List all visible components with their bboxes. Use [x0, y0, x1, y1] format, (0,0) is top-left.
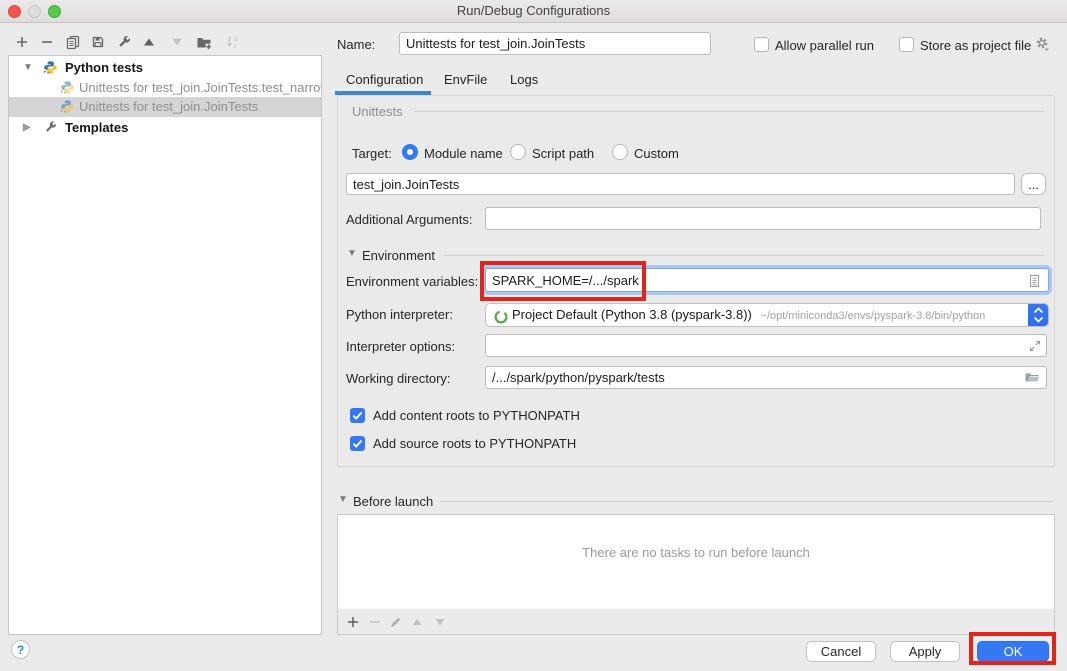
remove-icon[interactable]	[39, 34, 55, 50]
tree-item-python-tests[interactable]: ▼ Python tests	[9, 58, 321, 78]
chevron-down-icon[interactable]: ▼	[347, 248, 357, 259]
section-separator	[444, 255, 1044, 256]
allow-parallel-run-label: Allow parallel run	[775, 38, 874, 53]
move-down-icon	[432, 614, 448, 630]
chevron-down-icon[interactable]: ▼	[338, 494, 348, 505]
add-icon[interactable]	[345, 614, 361, 630]
remove-icon	[367, 614, 383, 630]
name-input[interactable]	[399, 32, 711, 55]
group-separator	[414, 111, 1044, 112]
radio-custom-label: Custom	[634, 146, 679, 161]
expand-field-icon[interactable]	[1027, 338, 1041, 352]
name-label: Name:	[337, 37, 375, 52]
tab-envfile[interactable]: EnvFile	[444, 72, 487, 87]
target-input[interactable]	[346, 173, 1015, 195]
target-label: Target:	[352, 146, 392, 161]
python-tests-icon	[43, 60, 58, 75]
before-launch-task-list: There are no tasks to run before launch	[337, 514, 1055, 610]
environment-variables-input[interactable]	[485, 268, 1049, 292]
save-icon[interactable]	[90, 34, 106, 50]
copy-icon[interactable]	[65, 34, 81, 50]
interpreter-options-label: Interpreter options:	[346, 339, 455, 354]
tree-item-unittest-narrow[interactable]: Unittests for test_join.JoinTests.test_n…	[9, 78, 321, 98]
browse-target-button[interactable]: ...	[1021, 173, 1046, 195]
working-directory-label: Working directory:	[346, 371, 451, 386]
python-interpreter-path: ~/opt/miniconda3/envs/pyspark-3.8/bin/py…	[761, 310, 986, 322]
browse-folder-icon[interactable]	[1024, 369, 1040, 385]
svg-text:z: z	[234, 43, 237, 50]
move-up-icon[interactable]	[141, 34, 157, 50]
radio-script-path[interactable]	[510, 144, 526, 160]
tab-configuration[interactable]: Configuration	[346, 72, 423, 87]
before-launch-toolbar	[337, 609, 1055, 635]
add-source-roots-label: Add source roots to PYTHONPATH	[373, 436, 576, 451]
move-down-icon[interactable]	[169, 34, 185, 50]
gear-icon[interactable]	[1034, 36, 1050, 52]
interpreter-options-input[interactable]	[485, 334, 1047, 357]
allow-parallel-run-checkbox[interactable]	[754, 37, 769, 52]
configurations-tree: ▼ Python tests Unittests for test_join.J…	[8, 55, 322, 635]
additional-arguments-label: Additional Arguments:	[346, 212, 472, 227]
python-interpreter-value: Project Default (Python 3.8 (pyspark-3.8…	[512, 307, 752, 322]
add-icon[interactable]	[14, 34, 30, 50]
edit-templates-icon[interactable]	[116, 34, 132, 50]
tab-logs[interactable]: Logs	[510, 72, 538, 87]
tree-item-templates[interactable]: ▶ Templates	[9, 118, 321, 138]
cancel-button[interactable]: Cancel	[806, 641, 876, 662]
conda-env-icon	[493, 309, 507, 323]
chevron-right-icon[interactable]: ▶	[23, 118, 31, 138]
tree-item-label: Python tests	[65, 58, 143, 78]
move-up-icon	[409, 614, 425, 630]
apply-button[interactable]: Apply	[890, 641, 960, 662]
ok-button[interactable]: OK	[977, 641, 1049, 662]
python-interpreter-label: Python interpreter:	[346, 307, 453, 322]
add-content-roots-checkbox[interactable]	[350, 408, 365, 423]
radio-module-name[interactable]	[402, 144, 418, 160]
environment-section-label: Environment	[362, 248, 435, 263]
environment-variables-label: Environment variables:	[346, 274, 478, 289]
python-test-icon	[60, 99, 75, 114]
unittests-group-label: Unittests	[352, 104, 403, 119]
radio-custom[interactable]	[612, 144, 628, 160]
store-as-project-file-label: Store as project file	[920, 38, 1031, 53]
radio-module-name-label: Module name	[424, 146, 503, 161]
help-button[interactable]: ?	[11, 640, 30, 659]
python-test-icon	[60, 80, 75, 95]
tree-item-label: Unittests for test_join.JoinTests.test_n…	[79, 78, 322, 98]
sort-alphabetically-icon: az	[225, 34, 241, 50]
working-directory-input[interactable]	[485, 366, 1047, 389]
interpreter-stepper-icon[interactable]	[1028, 303, 1049, 327]
tree-item-label: Templates	[65, 118, 128, 138]
edit-icon	[388, 614, 404, 630]
chevron-down-icon[interactable]: ▼	[23, 58, 33, 78]
before-launch-empty-message: There are no tasks to run before launch	[338, 545, 1054, 560]
store-as-project-file-checkbox[interactable]	[899, 37, 914, 52]
additional-arguments-input[interactable]	[485, 207, 1041, 230]
python-interpreter-select[interactable]: Project Default (Python 3.8 (pyspark-3.8…	[485, 303, 1049, 327]
before-launch-label: Before launch	[353, 494, 433, 509]
add-source-roots-checkbox[interactable]	[350, 436, 365, 451]
radio-script-path-label: Script path	[532, 146, 594, 161]
tree-item-label: Unittests for test_join.JoinTests	[79, 97, 258, 117]
wrench-icon	[43, 120, 58, 135]
tree-item-unittest-jointests-selected[interactable]: Unittests for test_join.JoinTests	[9, 97, 321, 117]
title-bar: Run/Debug Configurations	[0, 0, 1067, 23]
svg-text:a: a	[234, 36, 238, 43]
add-content-roots-label: Add content roots to PYTHONPATH	[373, 408, 580, 423]
section-separator	[440, 501, 1053, 502]
browse-variables-icon[interactable]	[1026, 273, 1040, 287]
window-title: Run/Debug Configurations	[0, 3, 1067, 18]
new-folder-icon[interactable]	[196, 34, 212, 50]
